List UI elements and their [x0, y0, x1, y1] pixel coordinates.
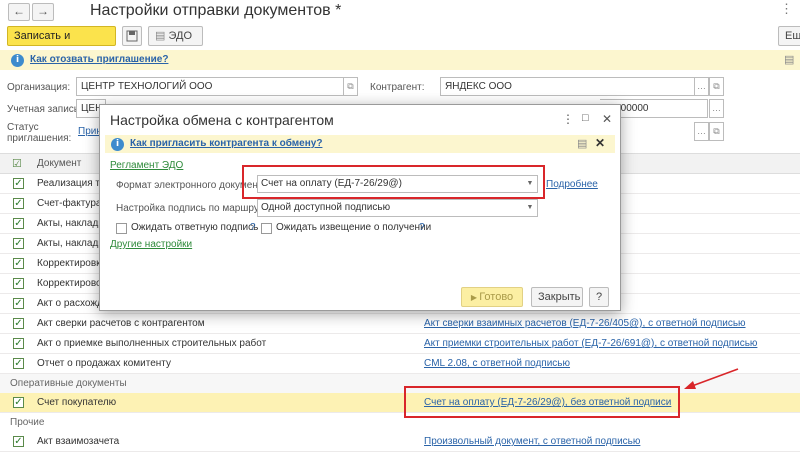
close-button[interactable]: Закрыть: [531, 287, 583, 307]
edo-regulation-link[interactable]: Регламент ЭДО: [110, 160, 183, 171]
dialog-title: Настройка обмена с контрагентом: [110, 112, 334, 128]
info-icon: i: [111, 138, 124, 151]
help-icon[interactable]: ?: [419, 222, 425, 233]
dialog-more-icon[interactable]: ⋮: [562, 112, 574, 126]
wait-notice-checkbox[interactable]: [261, 223, 272, 234]
ok-label: Готово: [479, 291, 514, 303]
wait-reply-label: Ожидать ответную подпись: [131, 222, 259, 233]
sign-route-select[interactable]: Одной доступной подписью ▼: [257, 199, 538, 217]
how-invite-link[interactable]: Как пригласить контрагента к обмену?: [130, 138, 322, 149]
document-icon[interactable]: ▤: [577, 137, 587, 150]
play-icon: ▶: [470, 293, 480, 302]
sign-route-label: Настройка подпись по маршруту:: [116, 203, 272, 214]
wait-reply-checkbox[interactable]: [116, 223, 127, 234]
close-icon[interactable]: ✕: [595, 136, 605, 150]
dialog-info-bar: i Как пригласить контрагента к обмену? ▤…: [105, 135, 615, 153]
chevron-down-icon: ▼: [526, 204, 534, 211]
dialog-maximize-icon[interactable]: □: [582, 112, 589, 124]
help-button[interactable]: ?: [589, 287, 609, 307]
annotation-box-format: [242, 165, 545, 199]
more-details-link[interactable]: Подробнее: [546, 179, 598, 190]
ok-button[interactable]: ▶ Готово: [461, 287, 523, 307]
help-icon[interactable]: ?: [250, 222, 256, 233]
other-settings-link[interactable]: Другие настройки: [110, 239, 192, 250]
sign-value: Одной доступной подписью: [261, 202, 391, 213]
exchange-settings-dialog: Настройка обмена с контрагентом ⋮ □ ✕ i …: [99, 104, 621, 311]
wait-notice-label: Ожидать извещение о получении: [276, 222, 432, 233]
dialog-close-icon[interactable]: ✕: [602, 112, 612, 126]
